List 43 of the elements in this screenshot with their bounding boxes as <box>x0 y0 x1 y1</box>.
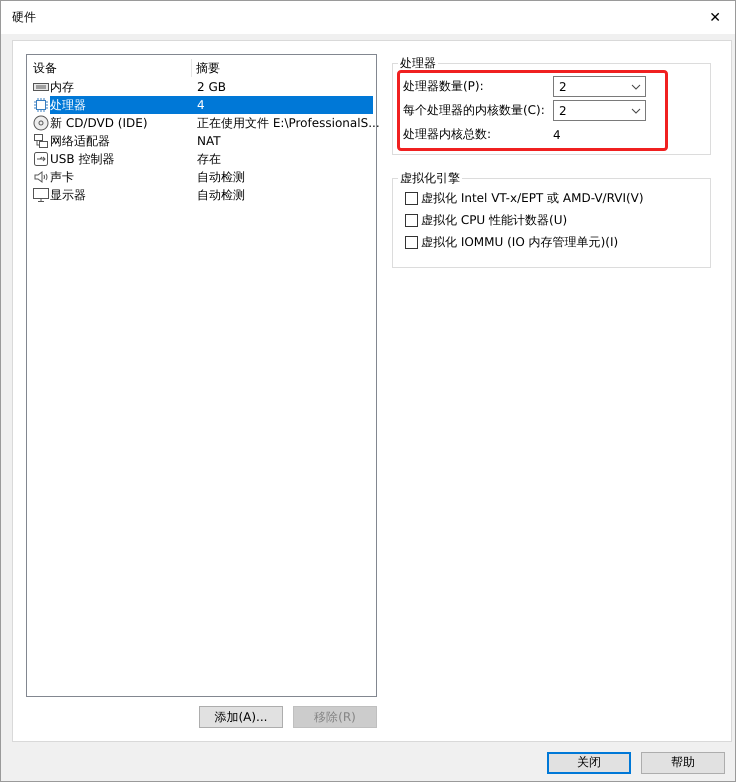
close-dialog-button[interactable]: 关闭 <box>547 752 631 774</box>
device-summary[interactable]: 存在 <box>192 150 373 168</box>
column-header[interactable]: 设备 <box>33 60 191 76</box>
device-name[interactable]: 显示器 <box>50 186 192 204</box>
group-title: 处理器 <box>399 55 437 72</box>
device-name[interactable]: 网络适配器 <box>50 132 192 150</box>
monitor-icon <box>33 187 49 203</box>
window-title: 硬件 <box>12 9 36 26</box>
speaker-icon <box>33 169 49 185</box>
checkbox[interactable] <box>405 214 418 226</box>
help-button[interactable]: 帮助 <box>641 752 725 774</box>
device-summary[interactable]: 自动检测 <box>192 168 373 186</box>
device-name[interactable]: USB 控制器 <box>50 150 192 168</box>
checkbox[interactable] <box>405 192 418 204</box>
device-summary[interactable]: 正在使用文件 E:\ProfessionalS... <box>192 114 380 132</box>
device-name[interactable]: 新 CD/DVD (IDE) <box>50 114 192 132</box>
disc-icon <box>33 115 49 131</box>
close-button[interactable]: ✕ <box>705 8 725 28</box>
group-title: 虚拟化引擎 <box>399 170 461 187</box>
add-button[interactable]: 添加(A)... <box>199 706 283 728</box>
chevron-down-icon <box>631 84 641 90</box>
device-summary[interactable]: NAT <box>192 132 373 150</box>
field-label: 处理器内核总数: <box>403 126 492 143</box>
chevron-down-icon <box>631 108 641 114</box>
dropdown-field[interactable]: 2 <box>553 76 646 97</box>
dropdown-field[interactable]: 2 <box>553 100 646 121</box>
checkbox[interactable] <box>405 236 418 248</box>
device-name[interactable]: 声卡 <box>50 168 192 186</box>
device-summary[interactable]: 2 GB <box>192 78 373 96</box>
column-header[interactable]: 摘要 <box>196 60 356 76</box>
core-total-value: 4 <box>553 128 561 142</box>
checkbox-label[interactable]: 虚拟化 CPU 性能计数器(U) <box>421 212 568 228</box>
field-label: 处理器数量(P): <box>403 78 485 95</box>
checkbox-label[interactable]: 虚拟化 Intel VT-x/EPT 或 AMD-V/RVI(V) <box>421 190 644 206</box>
device-summary[interactable]: 4 <box>192 96 373 114</box>
network-icon <box>33 133 49 149</box>
chip-icon <box>33 97 49 113</box>
checkbox-label[interactable]: 虚拟化 IOMMU (IO 内存管理单元)(I) <box>421 234 618 250</box>
field-label: 每个处理器的内核数量(C): <box>403 102 546 119</box>
usb-icon <box>33 151 49 167</box>
device-name[interactable]: 内存 <box>50 78 192 96</box>
device-summary[interactable]: 自动检测 <box>192 186 373 204</box>
device-name[interactable]: 处理器 <box>50 96 192 114</box>
